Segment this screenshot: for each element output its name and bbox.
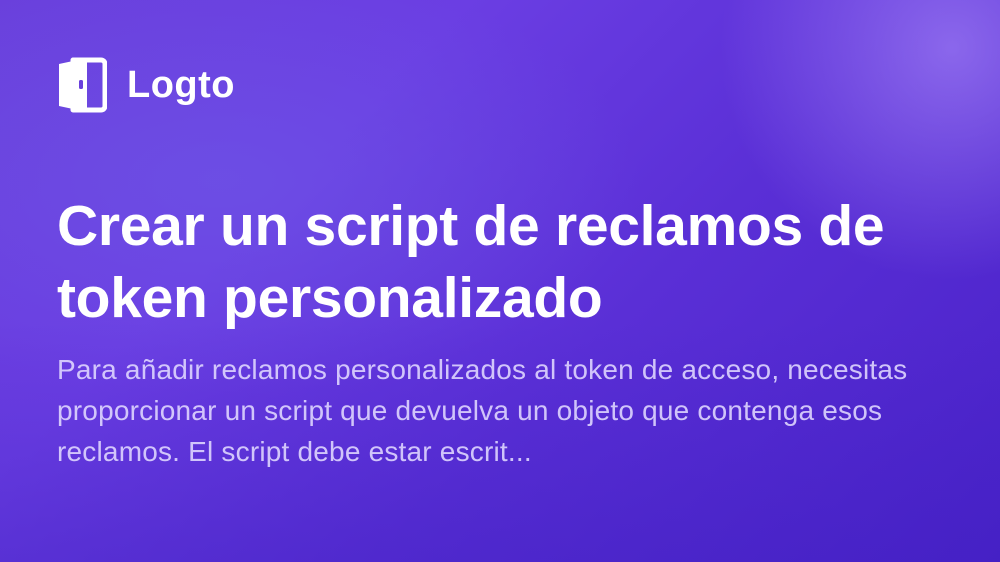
og-card: Logto Crear un script de reclamos de tok… [0,0,1000,562]
page-description: Para añadir reclamos personalizados al t… [57,354,908,467]
page-title: Crear un script de reclamos de token per… [57,194,885,330]
brand-logo: Logto [57,56,235,114]
door-icon [59,57,107,113]
brand-name: Logto [127,64,236,106]
